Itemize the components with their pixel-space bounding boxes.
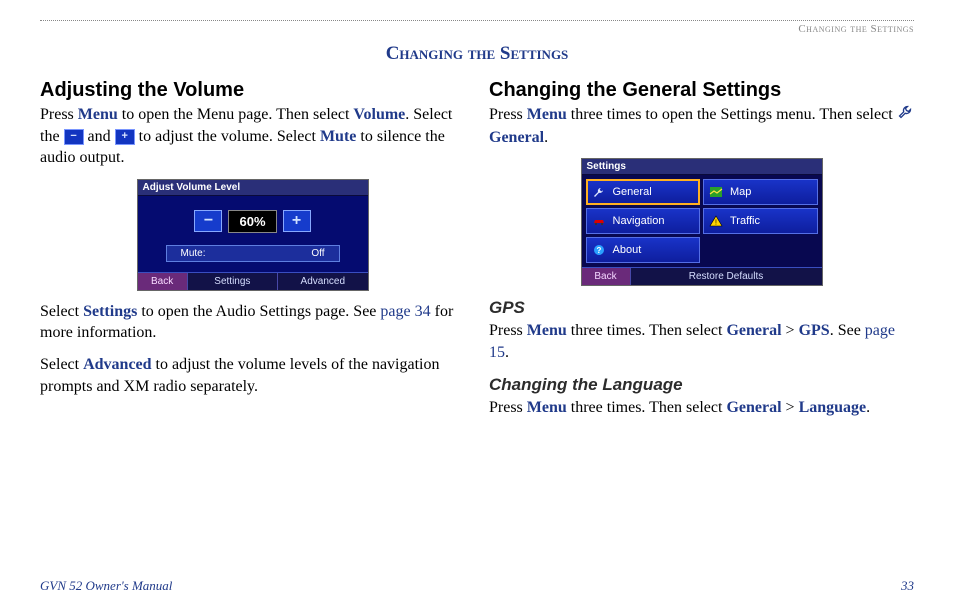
wrench-icon xyxy=(591,186,607,198)
kw-settings: Settings xyxy=(83,303,137,320)
vol-percent: 60% xyxy=(228,210,276,233)
ss2-map[interactable]: Map xyxy=(703,179,818,205)
kw-advanced: Advanced xyxy=(83,356,151,373)
wrench-icon xyxy=(897,104,913,127)
heading-language: Changing the Language xyxy=(489,375,914,395)
settings-paragraph: Select Settings to open the Audio Settin… xyxy=(40,301,465,344)
language-paragraph: Press Menu three times. Then select Gene… xyxy=(489,397,914,419)
footer-page-number: 33 xyxy=(901,578,914,594)
ss2-general[interactable]: General xyxy=(586,179,701,205)
traffic-icon: ! xyxy=(708,215,724,227)
map-icon xyxy=(708,186,724,198)
vol-plus-button[interactable]: + xyxy=(283,210,311,232)
ss1-back-button[interactable]: Back xyxy=(138,273,188,290)
kw-menu: Menu xyxy=(78,106,118,123)
ss1-title: Adjust Volume Level xyxy=(138,180,368,196)
ss2-about[interactable]: ? About xyxy=(586,237,701,263)
advanced-paragraph: Select Advanced to adjust the volume lev… xyxy=(40,354,465,397)
ss2-navigation[interactable]: Navigation xyxy=(586,208,701,234)
ss2-restore-button[interactable]: Restore Defaults xyxy=(631,268,822,285)
page34-link[interactable]: page 34 xyxy=(380,303,430,320)
heading-adjust-volume: Adjusting the Volume xyxy=(40,79,465,102)
kw-mute: Mute xyxy=(320,128,356,145)
page-title: Changing the Settings xyxy=(40,43,914,65)
kw-language: Language xyxy=(799,399,867,416)
right-column: Changing the General Settings Press Menu… xyxy=(489,79,914,429)
svg-text:?: ? xyxy=(596,246,601,255)
heading-gps: GPS xyxy=(489,298,914,318)
ss2-title: Settings xyxy=(582,159,822,175)
ss1-settings-button[interactable]: Settings xyxy=(188,273,278,290)
kw-general-2: General xyxy=(726,322,781,339)
vol-minus-button[interactable]: − xyxy=(194,210,222,232)
screenshot-volume: Adjust Volume Level − 60% + Mute: Off Ba… xyxy=(137,179,369,291)
mute-label: Mute: xyxy=(181,248,206,259)
left-column: Adjusting the Volume Press Menu to open … xyxy=(40,79,465,429)
kw-volume: Volume xyxy=(353,106,405,123)
minus-icon: − xyxy=(64,129,84,145)
ss1-advanced-button[interactable]: Advanced xyxy=(278,273,367,290)
kw-general-3: General xyxy=(726,399,781,416)
heading-general-settings: Changing the General Settings xyxy=(489,79,914,102)
running-header: Changing the Settings xyxy=(40,23,914,35)
mute-value: Off xyxy=(311,248,324,259)
kw-menu-2: Menu xyxy=(527,106,567,123)
gps-paragraph: Press Menu three times. Then select Gene… xyxy=(489,320,914,363)
screenshot-settings: Settings General Map Navigation ! Traffi… xyxy=(581,158,823,286)
about-icon: ? xyxy=(591,244,607,256)
footer-manual: GVN 52 Owner's Manual xyxy=(40,578,172,594)
adjust-volume-intro: Press Menu to open the Menu page. Then s… xyxy=(40,104,465,169)
kw-menu-3: Menu xyxy=(527,322,567,339)
plus-icon: + xyxy=(115,129,135,145)
mute-row[interactable]: Mute: Off xyxy=(166,245,340,262)
general-intro: Press Menu three times to open the Setti… xyxy=(489,104,914,148)
svg-text:!: ! xyxy=(715,220,717,227)
car-icon xyxy=(591,215,607,227)
ss2-traffic[interactable]: ! Traffic xyxy=(703,208,818,234)
ss2-back-button[interactable]: Back xyxy=(582,268,631,285)
kw-gps: GPS xyxy=(799,322,830,339)
kw-menu-4: Menu xyxy=(527,399,567,416)
kw-general: General xyxy=(489,129,544,146)
